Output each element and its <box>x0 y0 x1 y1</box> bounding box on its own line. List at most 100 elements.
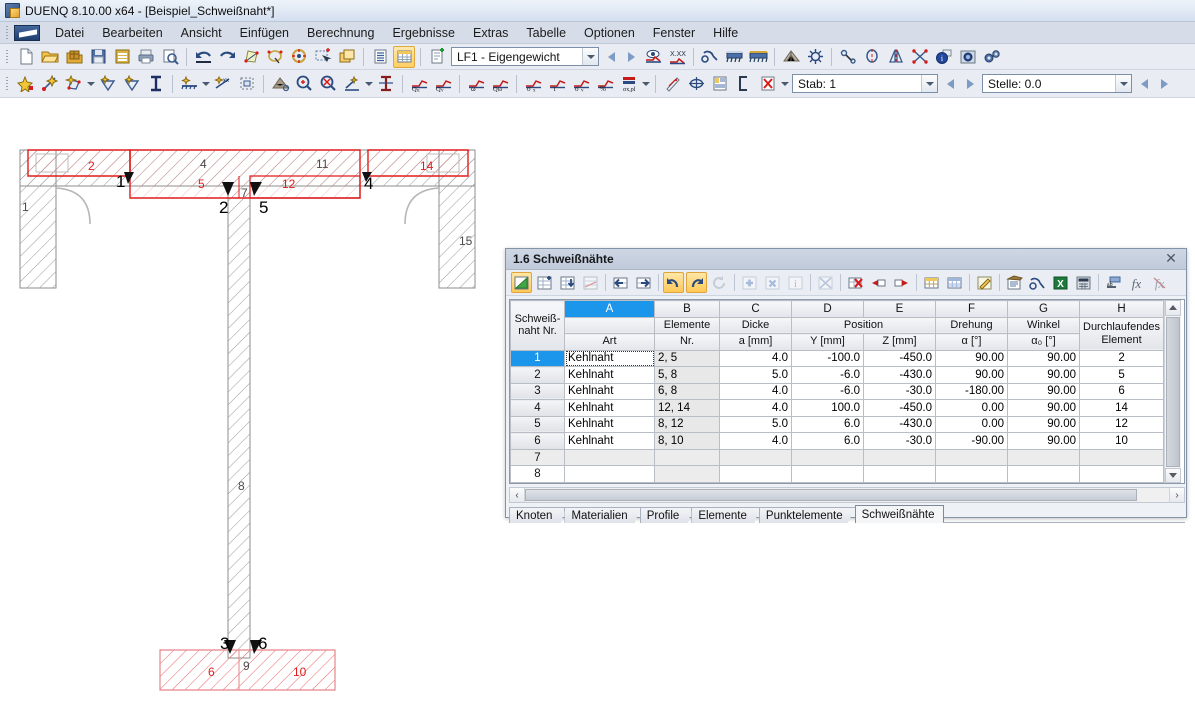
location-prev-button[interactable] <box>1134 74 1154 94</box>
cell-elemente[interactable]: 8, 12 <box>654 415 720 434</box>
scale-icon[interactable] <box>909 46 931 68</box>
cell-art[interactable] <box>564 448 655 467</box>
row-header[interactable]: 4 <box>510 399 565 417</box>
column-header-b[interactable]: B <box>654 300 720 318</box>
cell-dicke[interactable]: 5.0 <box>719 366 792 384</box>
tab-schweissnaehte[interactable]: Schweißnähte <box>854 505 944 523</box>
cell-art[interactable]: Kehlnaht <box>564 382 655 401</box>
cell-winkel[interactable]: 90.00 <box>1007 382 1080 401</box>
zoom-in-icon[interactable] <box>293 73 315 95</box>
settings-gears-icon[interactable] <box>981 46 1003 68</box>
cell-art[interactable]: Kehlnaht <box>564 415 655 434</box>
column-header-g[interactable]: G <box>1007 300 1080 318</box>
info-row-icon[interactable]: i <box>785 272 806 293</box>
view-table-icon[interactable] <box>1027 272 1048 293</box>
cell-z[interactable] <box>863 465 936 483</box>
bracket-icon[interactable] <box>733 73 755 95</box>
table-row[interactable]: 5 Kehlnaht 8, 12 5.0 6.0 -430.0 0.00 90.… <box>510 415 1165 434</box>
cell-dicke[interactable]: 4.0 <box>719 349 792 368</box>
cell-elemente[interactable]: 2, 5 <box>654 349 720 368</box>
cell-elemente[interactable]: 8, 10 <box>654 432 720 450</box>
show-table-icon[interactable] <box>393 45 415 68</box>
cell-winkel[interactable]: 90.00 <box>1007 432 1080 450</box>
tau-icon[interactable]: τ <box>546 73 568 95</box>
loadcase-combo-arrow[interactable] <box>582 48 598 65</box>
move-left-icon[interactable] <box>610 272 631 293</box>
weld-table-container[interactable]: Schweiß- naht Nr. A B C D E F G H Elemen… <box>509 299 1185 484</box>
tab-materialien[interactable]: Materialien <box>564 507 641 523</box>
scroll-down-icon[interactable] <box>1164 467 1181 483</box>
cell-y[interactable]: 6.0 <box>791 415 864 434</box>
qu-result-icon[interactable]: Qu <box>408 73 430 95</box>
scroll-right-icon[interactable]: › <box>1169 488 1184 502</box>
cell-drehung[interactable]: 90.00 <box>935 366 1008 384</box>
toolbar-gripper-1[interactable] <box>3 49 12 65</box>
row-header[interactable]: 7 <box>510 448 565 467</box>
mesh-icon[interactable] <box>780 46 802 68</box>
stress-dropdown[interactable] <box>642 73 650 95</box>
cell-y[interactable]: 100.0 <box>791 399 864 417</box>
new-line-icon[interactable] <box>39 73 61 95</box>
menu-tabelle[interactable]: Tabelle <box>517 23 575 43</box>
new-node-icon[interactable] <box>15 73 37 95</box>
member-combo[interactable]: Stab: 1 <box>792 74 938 93</box>
cell-dicke[interactable] <box>719 448 792 467</box>
cell-art[interactable]: Kehlnaht <box>564 349 655 368</box>
cell-drehung[interactable] <box>935 465 1008 483</box>
cell-winkel[interactable] <box>1007 448 1080 467</box>
tab-profile[interactable]: Profile <box>639 507 693 523</box>
omega-result-icon[interactable]: ω <box>465 73 487 95</box>
qv-result-icon[interactable]: Qv <box>432 73 454 95</box>
show-results-icon[interactable] <box>642 46 664 68</box>
supports-multi-icon[interactable] <box>747 46 769 68</box>
cell-dicke[interactable]: 4.0 <box>719 399 792 417</box>
vscroll-thumb[interactable] <box>1165 316 1180 467</box>
sigma-v-icon[interactable]: σv <box>570 73 592 95</box>
menu-berechnung[interactable]: Berechnung <box>298 23 383 43</box>
new-polygon-dropdown[interactable] <box>87 73 95 95</box>
cell-art[interactable] <box>564 465 655 483</box>
row-header[interactable]: 1 <box>510 349 565 368</box>
cell-y[interactable]: 6.0 <box>791 432 864 450</box>
cell-durchlaufend[interactable]: 14 <box>1078 399 1165 417</box>
add-row-icon[interactable] <box>739 272 760 293</box>
member-combo-arrow[interactable] <box>921 75 937 92</box>
export-excel-icon[interactable]: X <box>1050 272 1071 293</box>
cell-z[interactable]: -30.0 <box>863 382 936 401</box>
loadcase-next-button[interactable] <box>621 47 641 67</box>
insert-row-below-icon[interactable] <box>557 272 578 293</box>
new-dimension-icon[interactable]: xx <box>212 73 234 95</box>
rotate-icon[interactable] <box>861 46 883 68</box>
row-header[interactable]: 2 <box>510 366 565 384</box>
print-icon[interactable] <box>135 46 157 68</box>
table-row[interactable]: 1 Kehlnaht 2, 5 4.0 -100.0 -450.0 90.00 … <box>510 349 1165 368</box>
menu-fenster[interactable]: Fenster <box>644 23 704 43</box>
menu-bearbeiten[interactable]: Bearbeiten <box>93 23 171 43</box>
cell-art[interactable]: Kehlnaht <box>564 399 655 417</box>
add-loadcase-icon[interactable] <box>426 46 448 68</box>
cell-art[interactable]: Kehlnaht <box>564 432 655 450</box>
cell-y[interactable]: -100.0 <box>791 349 864 368</box>
close-icon[interactable]: ✕ <box>1160 251 1182 268</box>
row-header[interactable]: 3 <box>510 382 565 401</box>
cell-durchlaufend[interactable]: 10 <box>1078 432 1165 450</box>
row-header[interactable]: 8 <box>510 465 565 483</box>
undo-icon[interactable] <box>192 46 214 68</box>
cell-elemente[interactable] <box>654 448 720 467</box>
menu-hilfe[interactable]: Hilfe <box>704 23 747 43</box>
photo-render-icon[interactable] <box>957 46 979 68</box>
cell-drehung[interactable]: 90.00 <box>935 349 1008 368</box>
cell-durchlaufend[interactable]: 2 <box>1078 349 1165 368</box>
cell-winkel[interactable]: 90.00 <box>1007 399 1080 417</box>
sort-rows-icon[interactable] <box>580 272 601 293</box>
scroll-up-icon[interactable] <box>1164 300 1181 316</box>
cell-z[interactable]: -450.0 <box>863 399 936 417</box>
format-cell-icon[interactable]: ab <box>1103 272 1124 293</box>
table-row[interactable]: 2 Kehlnaht 5, 8 5.0 -6.0 -430.0 90.00 90… <box>510 366 1165 384</box>
delete-table-icon[interactable] <box>845 272 866 293</box>
cell-winkel[interactable]: 90.00 <box>1007 349 1080 368</box>
cell-drehung[interactable]: 0.00 <box>935 399 1008 417</box>
new-polygon-icon[interactable] <box>63 73 85 95</box>
new-element-2-icon[interactable] <box>121 73 143 95</box>
menu-ansicht[interactable]: Ansicht <box>172 23 231 43</box>
